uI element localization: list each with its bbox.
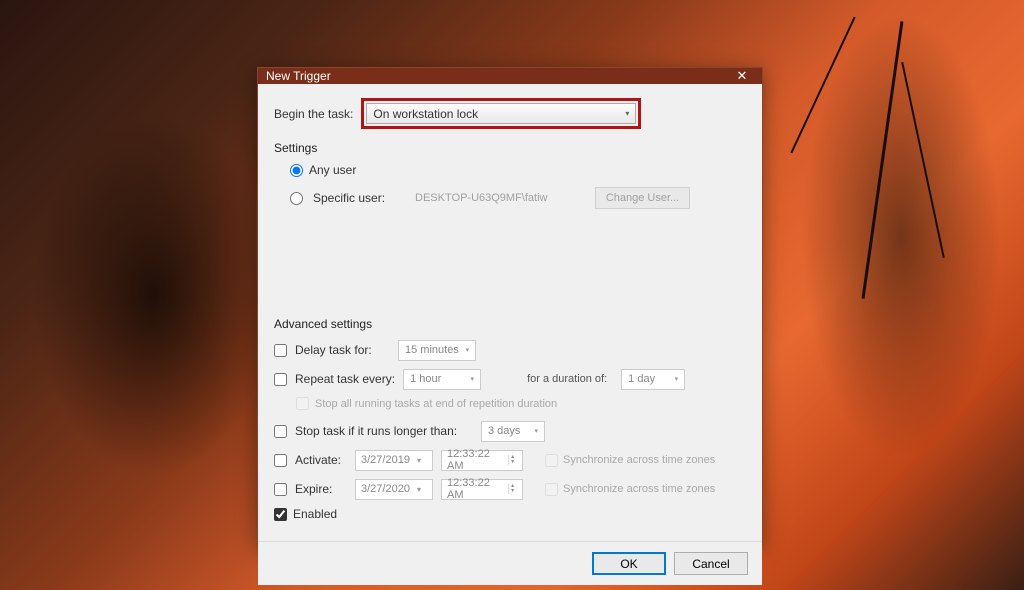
expire-sync-checkbox xyxy=(545,483,558,496)
repeat-task-checkbox[interactable] xyxy=(274,373,287,386)
titlebar[interactable]: New Trigger ✕ xyxy=(258,68,762,84)
stop-all-checkbox xyxy=(296,397,309,410)
specific-user-value: DESKTOP-U63Q9MF\fatiw xyxy=(415,192,585,204)
cancel-button[interactable]: Cancel xyxy=(674,552,748,575)
expire-label: Expire: xyxy=(295,482,347,496)
expire-sync-label: Synchronize across time zones xyxy=(563,483,715,495)
activate-sync-checkbox xyxy=(545,454,558,467)
chevron-down-icon: ▾ xyxy=(534,427,538,435)
dialog-footer: OK Cancel xyxy=(258,541,762,585)
settings-group-title: Settings xyxy=(274,141,746,155)
activate-date-input[interactable]: 3/27/2019 ▾ xyxy=(355,450,433,471)
stop-all-label: Stop all running tasks at end of repetit… xyxy=(315,398,557,410)
stop-if-label: Stop task if it runs longer than: xyxy=(295,424,473,438)
stop-if-checkbox[interactable] xyxy=(274,425,287,438)
calendar-icon: ▾ xyxy=(417,456,427,465)
spinner-icon[interactable]: ▴▾ xyxy=(508,484,520,494)
advanced-settings-group: Advanced settings Delay task for: 15 min… xyxy=(274,317,746,521)
activate-label: Activate: xyxy=(295,453,347,467)
change-user-button[interactable]: Change User... xyxy=(595,187,690,209)
close-icon[interactable]: ✕ xyxy=(730,68,754,84)
chevron-down-icon: ▾ xyxy=(675,375,679,383)
new-trigger-dialog: New Trigger ✕ Begin the task: On worksta… xyxy=(257,67,763,545)
activate-sync-label: Synchronize across time zones xyxy=(563,454,715,466)
chevron-down-icon: ▾ xyxy=(465,346,469,354)
spinner-icon[interactable]: ▴▾ xyxy=(508,455,520,465)
enabled-label: Enabled xyxy=(293,507,337,521)
dialog-content: Begin the task: On workstation lock ▾ Se… xyxy=(258,84,762,541)
expire-checkbox[interactable] xyxy=(274,483,287,496)
advanced-group-title: Advanced settings xyxy=(274,317,746,331)
dialog-title: New Trigger xyxy=(266,69,730,83)
delay-task-combo[interactable]: 15 minutes ▾ xyxy=(398,340,476,361)
any-user-radio[interactable] xyxy=(290,164,303,177)
settings-group: Settings Any user Specific user: DESKTOP… xyxy=(274,141,746,209)
chevron-down-icon: ▾ xyxy=(471,375,475,383)
any-user-label: Any user xyxy=(309,163,356,177)
activate-checkbox[interactable] xyxy=(274,454,287,467)
expire-date-input[interactable]: 3/27/2020 ▾ xyxy=(355,479,433,500)
begin-task-dropdown[interactable]: On workstation lock ▾ xyxy=(366,103,636,124)
ok-button[interactable]: OK xyxy=(592,552,666,575)
activate-time-input[interactable]: 12:33:22 AM ▴▾ xyxy=(441,450,523,471)
delay-task-checkbox[interactable] xyxy=(274,344,287,357)
delay-task-label: Delay task for: xyxy=(295,343,390,357)
begin-task-value: On workstation lock xyxy=(373,107,478,121)
enabled-checkbox[interactable] xyxy=(274,508,287,521)
specific-user-radio[interactable] xyxy=(290,192,303,205)
expire-time-input[interactable]: 12:33:22 AM ▴▾ xyxy=(441,479,523,500)
stop-if-combo[interactable]: 3 days ▾ xyxy=(481,421,545,442)
duration-combo[interactable]: 1 day ▾ xyxy=(621,369,685,390)
specific-user-label: Specific user: xyxy=(313,191,385,205)
repeat-task-combo[interactable]: 1 hour ▾ xyxy=(403,369,481,390)
duration-label: for a duration of: xyxy=(527,373,607,385)
begin-task-highlight: On workstation lock ▾ xyxy=(361,98,641,129)
chevron-down-icon: ▾ xyxy=(625,109,629,118)
begin-task-label: Begin the task: xyxy=(274,107,353,121)
repeat-task-label: Repeat task every: xyxy=(295,372,395,386)
calendar-icon: ▾ xyxy=(417,485,427,494)
